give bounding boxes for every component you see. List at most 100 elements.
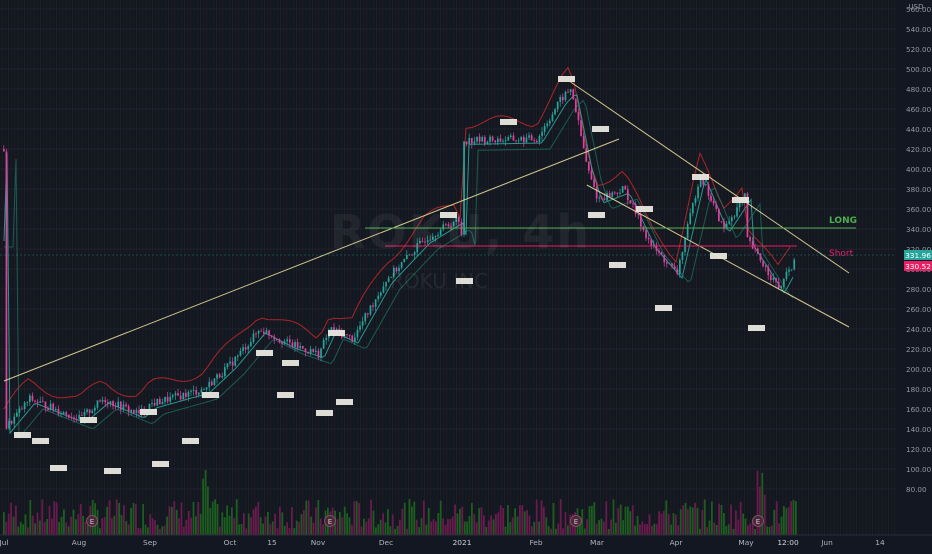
candle [247,346,250,350]
volume-bar [307,500,310,535]
volume-bar [689,506,692,535]
x-tick-label: May [738,538,754,547]
volume-bar [171,506,173,535]
candle [588,161,590,171]
volume-bar [221,512,224,535]
candle [138,410,140,414]
candle [541,131,543,136]
swing-label [316,410,333,416]
candle [268,330,270,336]
volume-bar [375,527,377,535]
candle [707,184,710,196]
volume-bar [598,520,600,535]
volume-bar [744,518,747,535]
candle [224,367,226,377]
volume-bar [226,505,228,535]
candle [478,136,481,142]
candle [523,136,525,143]
volume-bar [461,506,464,535]
candle [775,278,777,282]
volume-bar [348,517,351,535]
volume-bar [497,512,500,535]
volume-bar [631,505,634,535]
volume-bar [7,513,10,535]
volume-bar [564,512,567,535]
volume-bar [766,526,768,535]
volume-bar [72,509,75,535]
candle [55,409,57,410]
candle [159,398,161,405]
x-tick-label: Feb [529,538,542,547]
price-chart[interactable]: LONGShortE E E EUSD80.00100.00120.00140.001… [0,0,932,550]
volume-bar [336,518,339,535]
candle [320,348,322,358]
candle [442,224,445,230]
volume-bar [730,504,732,535]
x-tick-label: 12:00 [777,538,799,547]
candle [216,374,218,379]
y-tick-label: 560.00 [906,5,932,14]
volume-bar [759,486,761,535]
volume-bar [471,503,473,535]
swing-label [32,438,49,444]
volume-bar [382,513,384,535]
swing-label [692,174,709,180]
chart-area[interactable]: LONG Short E E E E USD 80.00 100.00 120.00 140.00 1… [0,0,932,550]
candle [104,399,107,403]
candle [705,184,707,185]
y-tick-label: 80.00 [906,485,927,494]
volume-bar [718,503,720,535]
volume-bar [159,528,161,535]
candle [577,112,580,121]
candle [439,229,442,235]
volume-bar [135,504,137,535]
volume-bar [723,512,725,535]
candle [86,409,88,413]
candle [686,223,689,239]
volume-bar [211,501,214,535]
volume-bar [787,507,790,535]
volume-bar [173,501,176,535]
swing-label [588,212,605,218]
swing-label [500,119,517,125]
volume-bar [389,526,392,535]
y-tick-label: 480.00 [906,85,932,94]
volume-bar [490,515,492,535]
swing-label [636,206,653,212]
candle [244,347,247,350]
candle [694,198,697,204]
candle [608,193,611,197]
candle [81,414,83,416]
candle [757,248,759,254]
volume-bar [271,521,274,535]
volume-bar [703,499,706,535]
volume-bar [557,523,560,535]
volume-bar [619,504,622,535]
volume-bar [624,506,627,535]
candle [107,402,109,405]
volume-bar [46,519,48,535]
volume-bar [166,516,168,535]
volume-bar [53,501,56,535]
volume-bar [60,516,63,535]
candle [684,238,686,252]
candle [203,389,205,391]
volume-bar [151,518,154,535]
volume-bar [144,524,147,535]
candle [476,136,478,142]
candle [374,299,377,307]
candle [416,243,419,253]
candle [647,238,650,240]
volume-bar [355,501,358,535]
candle [133,409,135,414]
candle [432,236,434,240]
volume-bar [406,528,408,535]
candle [377,295,380,300]
candle [317,350,320,358]
candle [47,408,49,411]
volume-bar [379,519,382,535]
candle [255,333,257,335]
volume-bar [663,510,665,535]
volume-bar [502,507,504,535]
volume-bar [521,505,524,535]
